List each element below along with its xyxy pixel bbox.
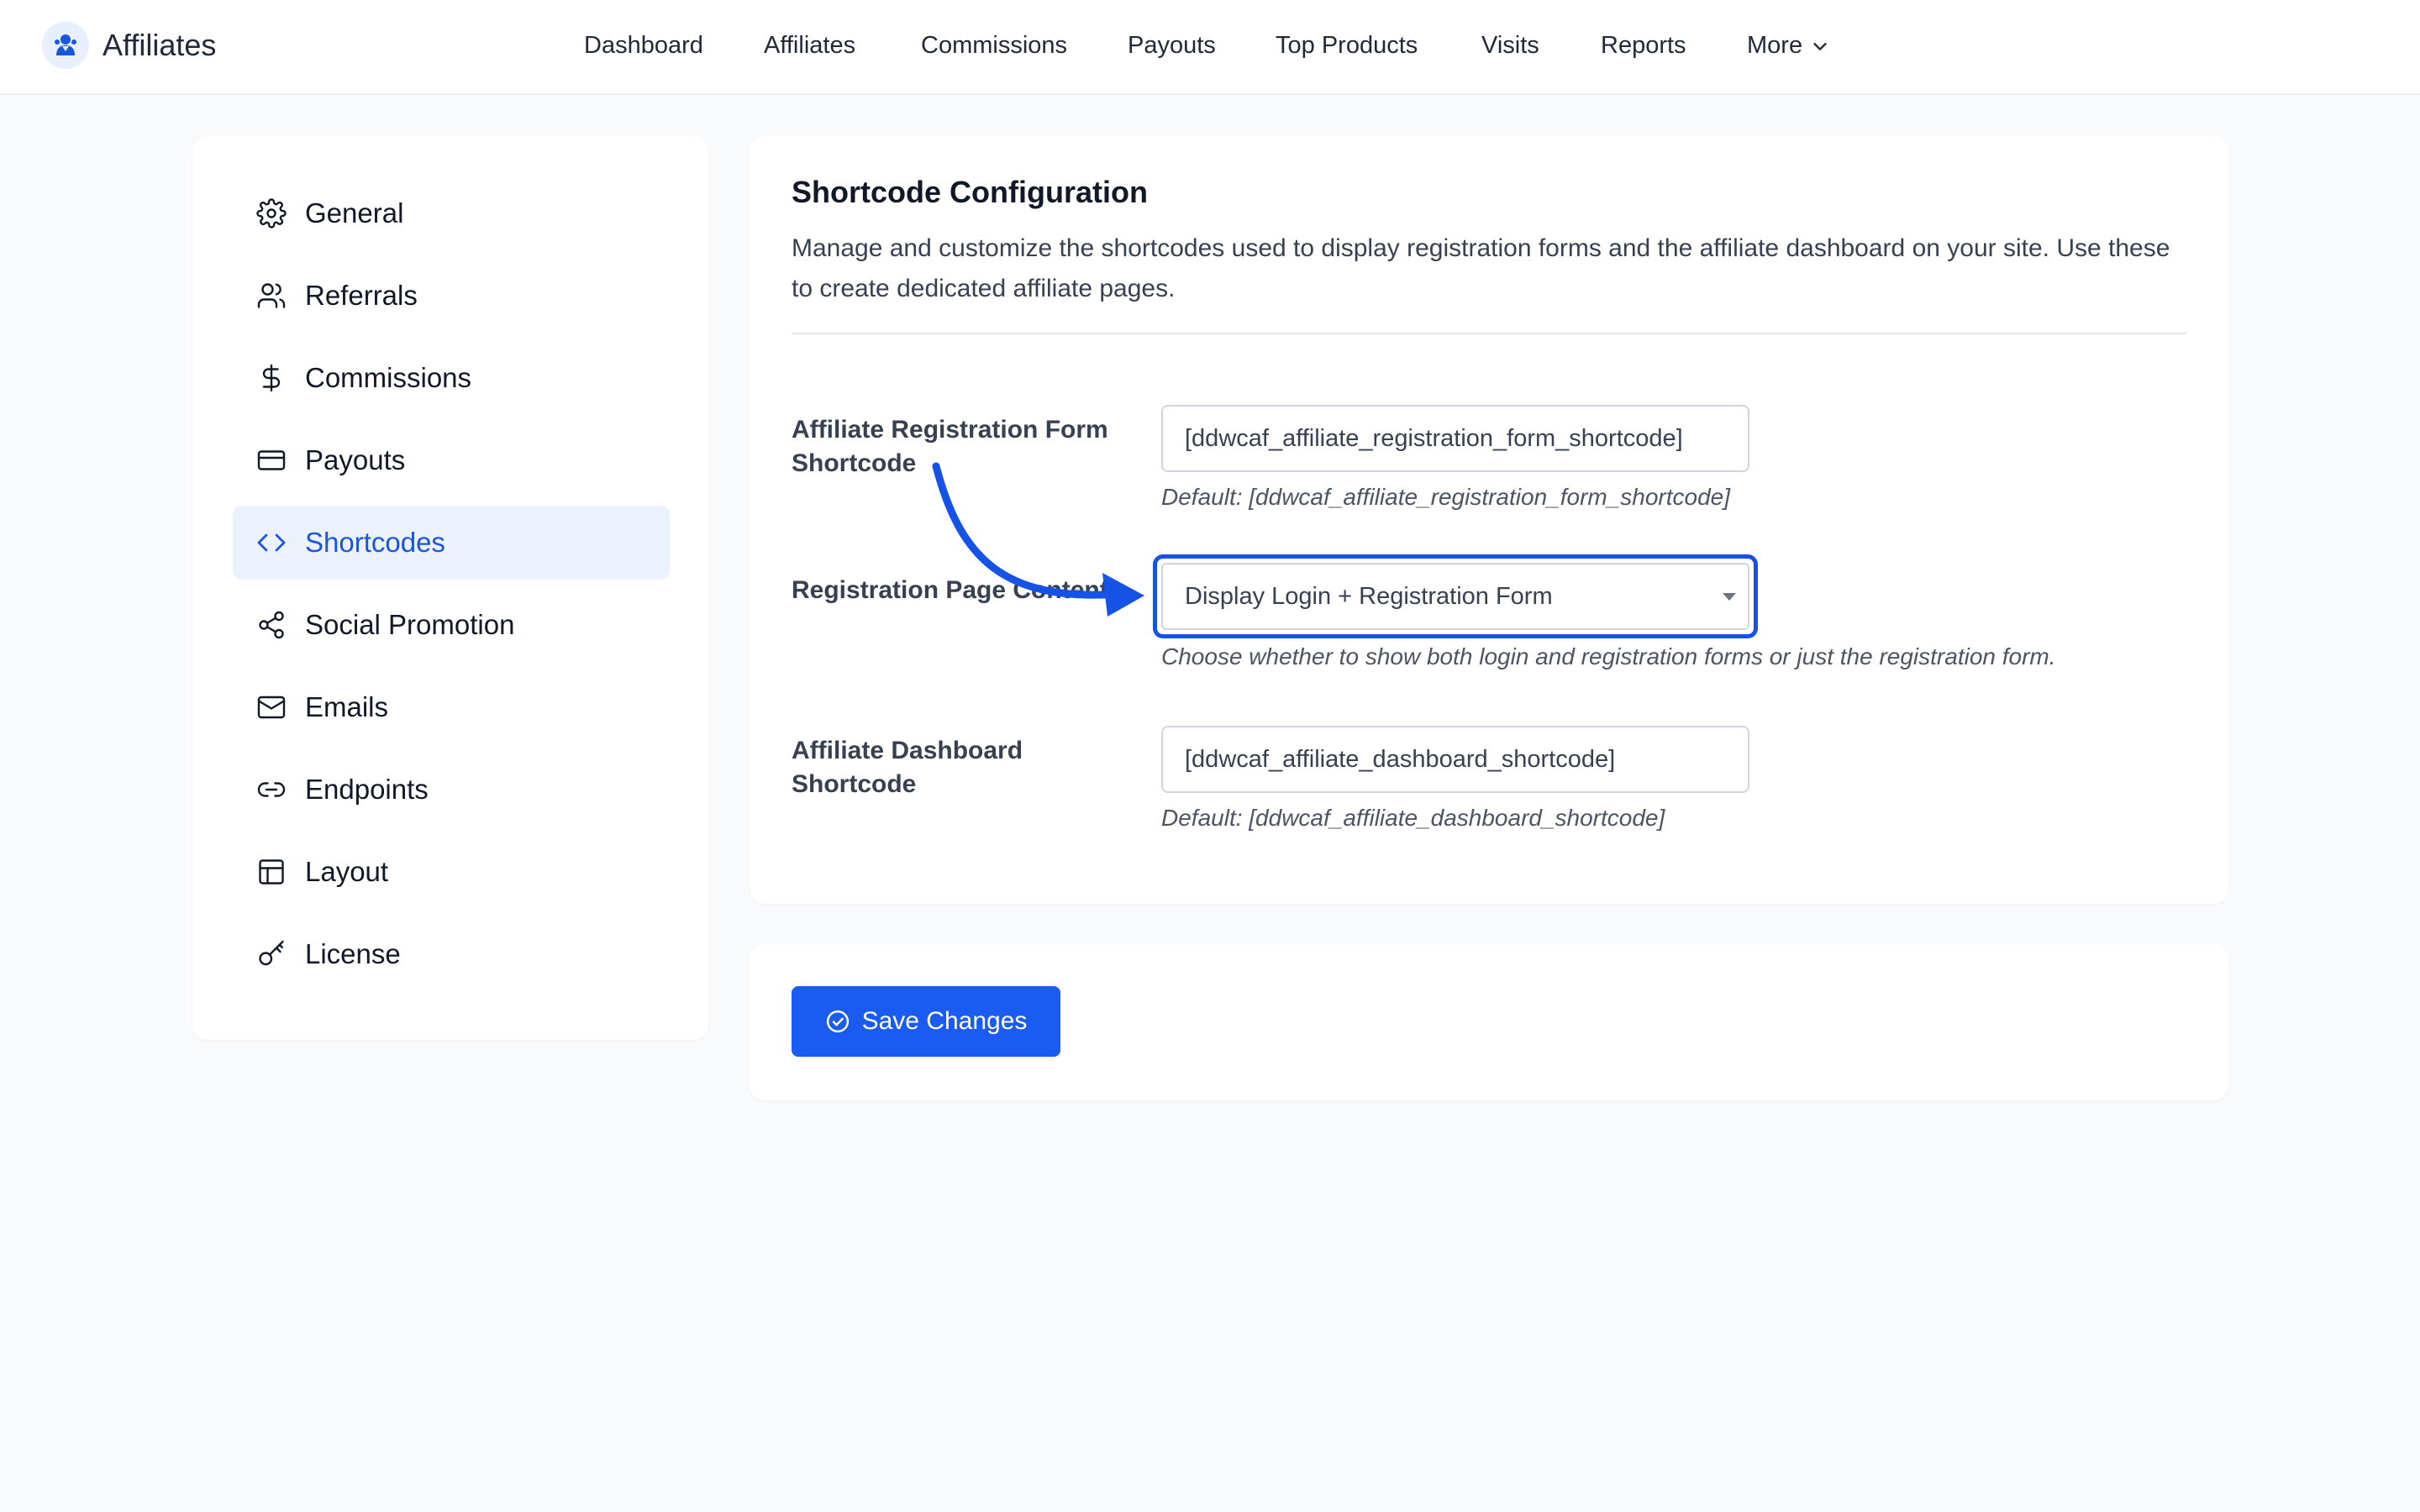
layout-icon [253, 857, 290, 887]
sidebar-item-label: Social Promotion [305, 609, 515, 640]
share-icon [253, 610, 290, 640]
key-icon [253, 939, 290, 969]
link-icon [253, 774, 290, 805]
registration-form-shortcode-input[interactable] [1161, 405, 1749, 472]
registration-page-content-select[interactable]: Display Login + Registration Form [1161, 563, 1749, 630]
registration-page-content-select-highlight: Display Login + Registration Form [1153, 554, 1758, 638]
users-icon [253, 281, 290, 311]
nav-more-label: More [1747, 32, 1803, 59]
registration-form-shortcode-hint: Default: [ddwcaf_affiliate_registration_… [1161, 484, 1731, 510]
sidebar-item-label: Commissions [305, 362, 472, 393]
nav-top-products[interactable]: Top Products [1276, 32, 1418, 60]
sidebar-item-label: General [305, 197, 404, 228]
registration-page-content-hint: Choose whether to show both login and re… [1161, 643, 2056, 669]
nav-more-menu[interactable]: More [1747, 32, 1829, 60]
gear-icon [253, 198, 290, 228]
sidebar-item-payouts[interactable]: Payouts [233, 423, 670, 497]
nav-reports[interactable]: Reports [1601, 32, 1686, 60]
dollar-icon [253, 363, 290, 393]
save-card: Save Changes [750, 944, 2228, 1100]
dashboard-shortcode-hint: Default: [ddwcaf_affiliate_dashboard_sho… [1161, 805, 1665, 831]
save-changes-button[interactable]: Save Changes [792, 986, 1060, 1057]
sidebar-item-license[interactable]: License [233, 917, 670, 991]
sidebar-item-label: Referrals [305, 280, 418, 311]
credit-card-icon [253, 445, 290, 475]
sidebar-item-general[interactable]: General [233, 176, 670, 250]
brand[interactable]: Affiliates [42, 22, 216, 69]
nav-commissions[interactable]: Commissions [921, 32, 1067, 60]
sidebar-item-social-promotion[interactable]: Social Promotion [233, 588, 670, 662]
nav-visits[interactable]: Visits [1481, 32, 1539, 60]
affiliates-logo-icon [42, 22, 89, 69]
top-navigation-bar: Affiliates Dashboard Affiliates Commissi… [0, 0, 2420, 95]
registration-form-shortcode-label: Affiliate Registration Form Shortcode [792, 416, 1108, 477]
sidebar-item-label: Endpoints [305, 774, 429, 805]
shortcode-configuration-card: Shortcode Configuration Manage and custo… [750, 136, 2228, 904]
chevron-down-icon [1813, 42, 1827, 50]
sidebar-item-label: Layout [305, 856, 389, 887]
divider [792, 333, 2186, 334]
save-changes-label: Save Changes [861, 1007, 1028, 1035]
check-circle-icon [826, 1010, 849, 1033]
sidebar-item-layout[interactable]: Layout [233, 835, 670, 909]
app-title: Affiliates [103, 28, 217, 62]
sidebar-item-label: Shortcodes [305, 527, 445, 558]
sidebar-item-commissions[interactable]: Commissions [233, 341, 670, 415]
sidebar-item-label: Payouts [305, 444, 406, 475]
sidebar-item-label: Emails [305, 691, 389, 722]
code-icon [253, 528, 290, 558]
mail-icon [253, 692, 290, 722]
select-value: Display Login + Registration Form [1185, 582, 1553, 610]
caret-down-icon [1723, 593, 1736, 601]
registration-page-content-label: Registration Page Content [792, 576, 1108, 604]
nav-dashboard[interactable]: Dashboard [584, 32, 703, 60]
sidebar-item-shortcodes[interactable]: Shortcodes [233, 506, 670, 580]
sidebar-item-emails[interactable]: Emails [233, 670, 670, 744]
settings-sidebar: General Referrals Commissions Payouts Sh… [192, 136, 708, 1040]
dashboard-shortcode-input[interactable] [1161, 726, 1749, 793]
page-title: Shortcode Configuration [792, 175, 1148, 209]
nav-affiliates[interactable]: Affiliates [764, 32, 855, 60]
sidebar-item-referrals[interactable]: Referrals [233, 259, 670, 333]
dashboard-shortcode-label: Affiliate Dashboard Shortcode [792, 737, 1023, 798]
sidebar-item-label: License [305, 938, 401, 969]
sidebar-item-endpoints[interactable]: Endpoints [233, 753, 670, 827]
nav-payouts[interactable]: Payouts [1128, 32, 1216, 60]
page-description: Manage and customize the shortcodes used… [792, 234, 2170, 302]
